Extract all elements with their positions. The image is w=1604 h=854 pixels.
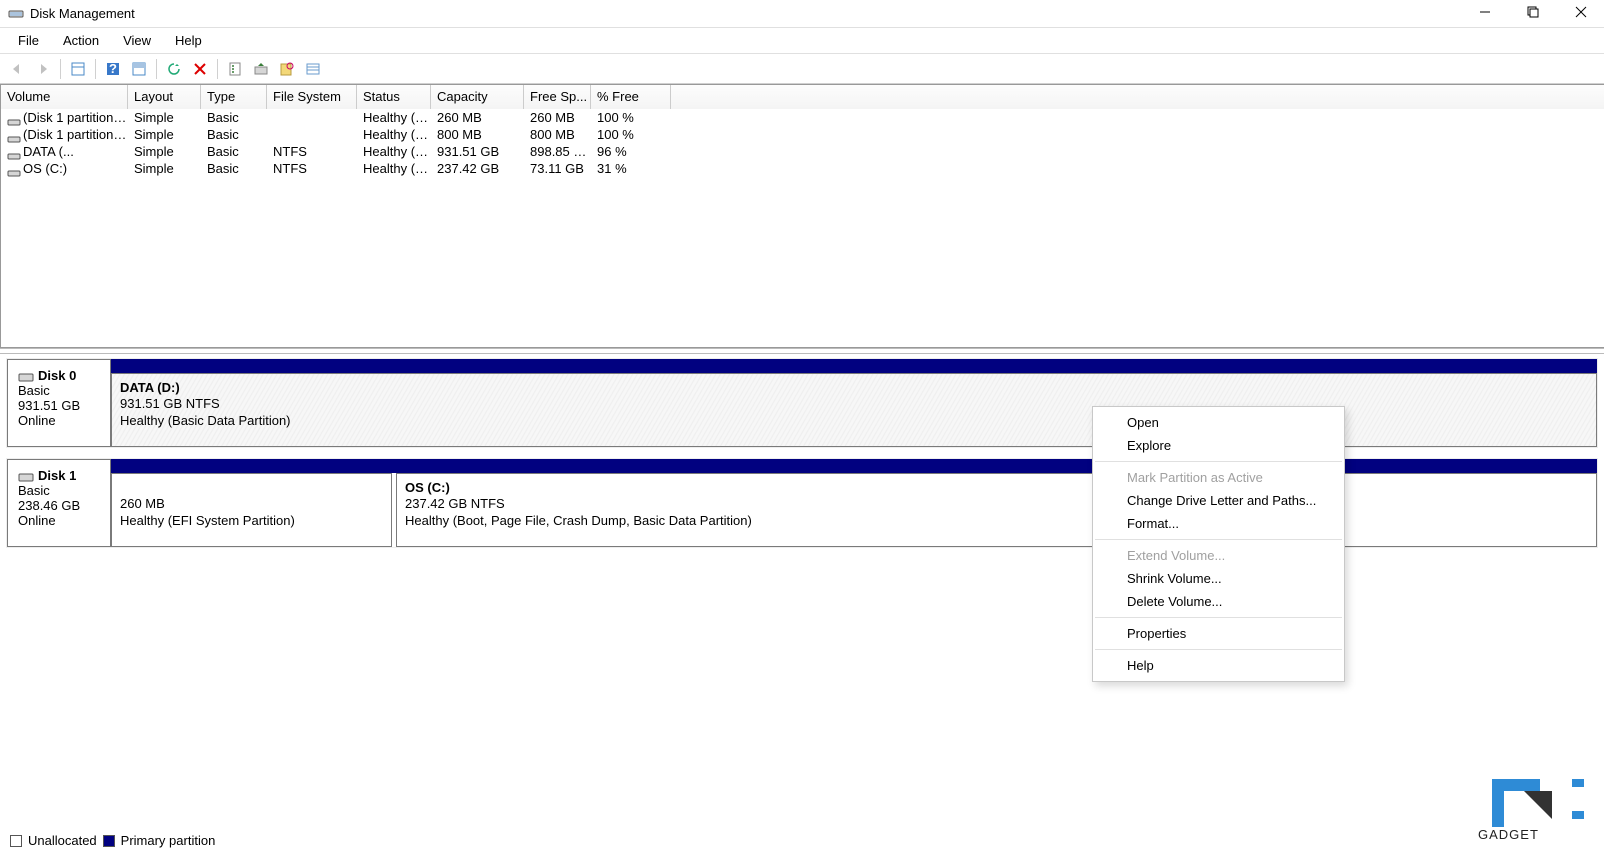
maximize-button[interactable] <box>1518 6 1548 21</box>
disk-block: Disk 0Basic931.51 GBOnlineDATA (D:)931.5… <box>6 358 1598 448</box>
partition-stripe <box>111 459 1597 473</box>
minimize-button[interactable] <box>1470 6 1500 21</box>
volume-icon <box>7 114 21 124</box>
context-menu-item: Mark Partition as Active <box>1093 466 1344 489</box>
partition-row: 260 MBHealthy (EFI System Partition)OS (… <box>111 459 1597 547</box>
context-menu-item[interactable]: Shrink Volume... <box>1093 567 1344 590</box>
disk-block: Disk 1Basic238.46 GBOnline 260 MBHealthy… <box>6 458 1598 548</box>
column-status[interactable]: Status <box>357 85 431 109</box>
window-title: Disk Management <box>30 6 1470 21</box>
menu-bar: File Action View Help <box>0 28 1604 54</box>
context-menu-item[interactable]: Change Drive Letter and Paths... <box>1093 489 1344 512</box>
partition-box[interactable]: DATA (D:)931.51 GB NTFSHealthy (Basic Da… <box>111 373 1597 447</box>
volume-row[interactable]: DATA (...SimpleBasicNTFSHealthy (B...931… <box>1 143 1604 160</box>
column-file-system[interactable]: File System <box>267 85 357 109</box>
partition-box[interactable]: 260 MBHealthy (EFI System Partition) <box>111 473 392 547</box>
volume-list-body[interactable]: (Disk 1 partition 1)SimpleBasicHealthy (… <box>1 109 1604 347</box>
volume-icon <box>7 148 21 158</box>
bottom-area <box>0 570 1604 796</box>
watermark: GADGET <box>1472 773 1592 846</box>
menu-separator <box>1095 617 1342 618</box>
legend-swatch-primary <box>103 835 115 847</box>
refresh-button[interactable] <box>163 58 185 80</box>
menu-view[interactable]: View <box>111 30 163 51</box>
menu-separator <box>1095 461 1342 462</box>
menu-separator <box>1095 649 1342 650</box>
disk-icon <box>18 371 34 383</box>
list-button[interactable] <box>302 58 324 80</box>
rescan-button[interactable] <box>250 58 272 80</box>
partition-stripe <box>111 359 1597 373</box>
column-type[interactable]: Type <box>201 85 267 109</box>
column-free-space[interactable]: Free Sp... <box>524 85 591 109</box>
legend: Unallocated Primary partition <box>10 833 215 848</box>
disk-info[interactable]: Disk 1Basic238.46 GBOnline <box>7 459 111 547</box>
context-menu-item[interactable]: Format... <box>1093 512 1344 535</box>
column-volume[interactable]: Volume <box>1 85 128 109</box>
menu-help[interactable]: Help <box>163 30 214 51</box>
context-menu-item[interactable]: Delete Volume... <box>1093 590 1344 613</box>
context-menu-item[interactable]: Help <box>1093 654 1344 677</box>
volume-icon <box>7 131 21 141</box>
settings-button[interactable] <box>276 58 298 80</box>
menu-file[interactable]: File <box>6 30 51 51</box>
forward-button[interactable] <box>32 58 54 80</box>
column-capacity[interactable]: Capacity <box>431 85 524 109</box>
volume-row[interactable]: (Disk 1 partition 1)SimpleBasicHealthy (… <box>1 109 1604 126</box>
view-top-button[interactable] <box>128 58 150 80</box>
title-bar: Disk Management <box>0 0 1604 28</box>
disk-icon <box>18 471 34 483</box>
app-icon <box>8 6 24 22</box>
legend-label-unallocated: Unallocated <box>28 833 97 848</box>
volume-list-header: Volume Layout Type File System Status Ca… <box>1 85 1604 109</box>
legend-label-primary: Primary partition <box>121 833 216 848</box>
column-spacer <box>671 85 1604 109</box>
context-menu[interactable]: OpenExplore Mark Partition as ActiveChang… <box>1092 406 1345 682</box>
properties-button[interactable] <box>224 58 246 80</box>
window-controls <box>1470 6 1596 21</box>
help-button[interactable]: ? <box>102 58 124 80</box>
menu-action[interactable]: Action <box>51 30 111 51</box>
svg-text:?: ? <box>109 61 117 76</box>
legend-swatch-unallocated <box>10 835 22 847</box>
back-button[interactable] <box>6 58 28 80</box>
svg-text:GADGET: GADGET <box>1478 827 1539 842</box>
menu-separator <box>1095 539 1342 540</box>
volume-icon <box>7 165 21 175</box>
column-percent-free[interactable]: % Free <box>591 85 671 109</box>
volume-row[interactable]: (Disk 1 partition 4)SimpleBasicHealthy (… <box>1 126 1604 143</box>
show-hide-button[interactable] <box>67 58 89 80</box>
disk-map-pane: Disk 0Basic931.51 GBOnlineDATA (D:)931.5… <box>0 354 1604 570</box>
context-menu-item[interactable]: Explore <box>1093 434 1344 457</box>
partition-row: DATA (D:)931.51 GB NTFSHealthy (Basic Da… <box>111 359 1597 447</box>
disk-info[interactable]: Disk 0Basic931.51 GBOnline <box>7 359 111 447</box>
volume-row[interactable]: OS (C:)SimpleBasicNTFSHealthy (B...237.4… <box>1 160 1604 177</box>
toolbar: ? <box>0 54 1604 84</box>
close-button[interactable] <box>1566 6 1596 21</box>
volume-list: Volume Layout Type File System Status Ca… <box>0 84 1604 348</box>
column-layout[interactable]: Layout <box>128 85 201 109</box>
context-menu-item: Extend Volume... <box>1093 544 1344 567</box>
delete-button[interactable] <box>189 58 211 80</box>
context-menu-item[interactable]: Open <box>1093 411 1344 434</box>
context-menu-item[interactable]: Properties <box>1093 622 1344 645</box>
